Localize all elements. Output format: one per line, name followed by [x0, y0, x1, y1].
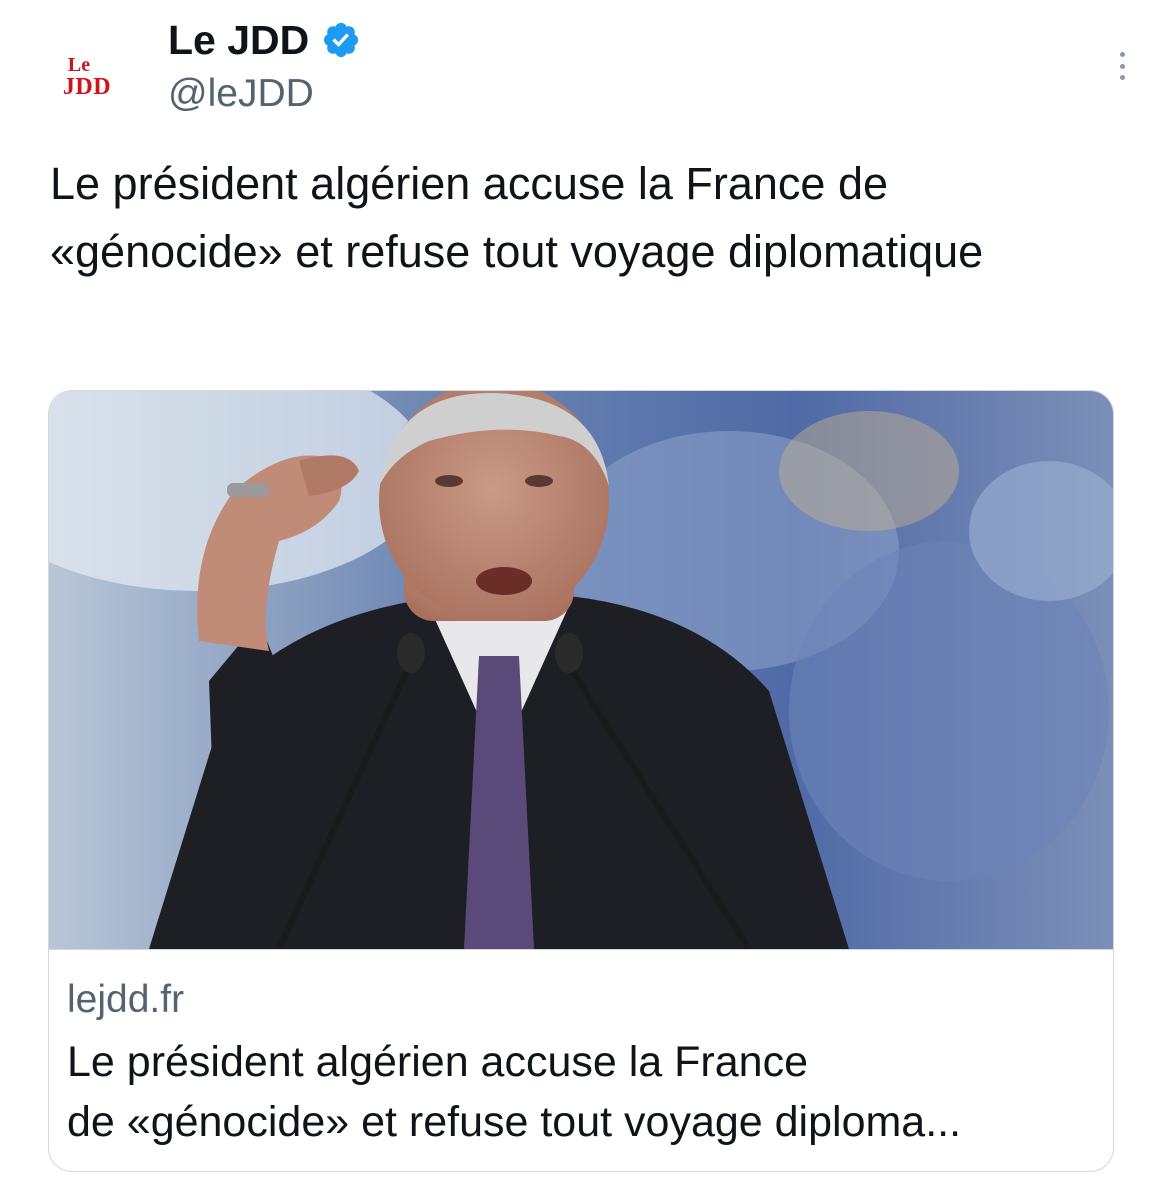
- link-card-title-line2: de «génocide» et refuse tout voyage dipl…: [67, 1098, 962, 1146]
- link-card-body: lejdd.fr Le président algérien accuse la…: [49, 949, 1113, 1146]
- verified-badge-icon: [324, 22, 359, 58]
- more-dot: [1119, 52, 1125, 57]
- link-card-title: Le président algérien accuse la France d…: [67, 1032, 1097, 1152]
- avatar[interactable]: Le JDD: [40, 30, 134, 124]
- avatar-logo-line2: JDD: [62, 74, 112, 100]
- author-name[interactable]: Le JDD: [168, 17, 309, 64]
- author-handle[interactable]: @leJDD: [168, 72, 314, 116]
- more-dots-icon[interactable]: [1112, 52, 1132, 80]
- link-card[interactable]: lejdd.fr Le président algérien accuse la…: [48, 390, 1114, 1172]
- link-card-title-line1: Le président algérien accuse la France: [67, 1038, 808, 1086]
- more-dot: [1119, 63, 1125, 69]
- article-photo: [49, 391, 1113, 949]
- tweet-text: Le président algérien accuse la France d…: [50, 158, 984, 277]
- more-dot: [1119, 75, 1125, 80]
- author-name-row: Le JDD: [168, 14, 361, 66]
- avatar-logo-line1: Le: [67, 54, 91, 76]
- link-card-domain: lejdd.fr: [67, 978, 185, 1021]
